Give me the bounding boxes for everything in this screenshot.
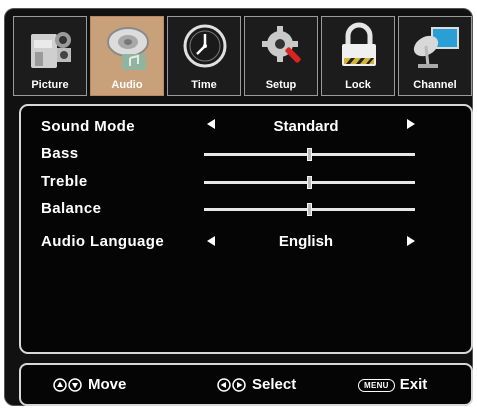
tab-label: Time: [191, 79, 217, 91]
exit-label: Exit: [399, 376, 428, 393]
arrow-right-icon[interactable]: [407, 236, 415, 246]
treble-slider-knob[interactable]: [307, 176, 312, 189]
bass-row[interactable]: Bass: [21, 142, 471, 166]
left-right-arrows-icon: [217, 378, 246, 392]
select-hint: Select: [217, 376, 296, 393]
audio-settings-panel: Sound Mode Standard Bass Treble Balance …: [19, 104, 473, 354]
tab-bar: Picture Audio Time Setup Lock Channel: [13, 16, 473, 96]
tab-time[interactable]: Time: [167, 16, 241, 96]
tab-label: Channel: [413, 79, 457, 91]
treble-label: Treble: [41, 173, 88, 190]
sound-mode-value: Standard: [273, 118, 339, 135]
tab-label: Setup: [265, 79, 297, 91]
tab-setup[interactable]: Setup: [244, 16, 318, 96]
audio-language-value: English: [278, 233, 334, 250]
exit-hint: MENU Exit: [358, 376, 427, 393]
arrow-right-icon[interactable]: [407, 119, 415, 129]
balance-row[interactable]: Balance: [21, 197, 471, 221]
footer-hints: Move Select MENU Exit: [19, 363, 473, 406]
sound-mode-row[interactable]: Sound Mode Standard: [21, 115, 471, 139]
balance-slider-knob[interactable]: [307, 203, 312, 216]
audio-language-label: Audio Language: [41, 233, 165, 250]
tab-label: Picture: [31, 79, 69, 91]
camera-icon: [31, 32, 71, 68]
bass-label: Bass: [41, 145, 79, 162]
menu-key-icon: MENU: [358, 378, 395, 392]
tab-picture[interactable]: Picture: [13, 16, 87, 96]
bass-slider[interactable]: [204, 148, 415, 161]
tab-lock[interactable]: Lock: [321, 16, 395, 96]
speaker-icon: [107, 27, 149, 70]
tab-channel[interactable]: Channel: [398, 16, 472, 96]
up-down-arrows-icon: [53, 378, 82, 392]
select-label: Select: [252, 376, 297, 393]
arrow-left-icon[interactable]: [207, 119, 215, 129]
move-label: Move: [88, 376, 127, 393]
tab-label: Audio: [111, 79, 143, 91]
tab-audio[interactable]: Audio: [90, 16, 164, 96]
gear-wrench-icon: [262, 26, 301, 63]
balance-slider[interactable]: [204, 203, 415, 216]
treble-slider[interactable]: [204, 176, 415, 189]
treble-row[interactable]: Treble: [21, 170, 471, 194]
arrow-left-icon[interactable]: [207, 236, 215, 246]
move-hint: Move: [53, 376, 126, 393]
sound-mode-label: Sound Mode: [41, 118, 135, 135]
padlock-icon: [342, 22, 376, 66]
audio-language-row[interactable]: Audio Language English: [21, 230, 471, 254]
satellite-dish-icon: [413, 27, 459, 68]
clock-icon: [183, 24, 227, 68]
bass-slider-knob[interactable]: [307, 148, 312, 161]
balance-label: Balance: [41, 200, 102, 217]
tab-label: Lock: [345, 79, 371, 91]
